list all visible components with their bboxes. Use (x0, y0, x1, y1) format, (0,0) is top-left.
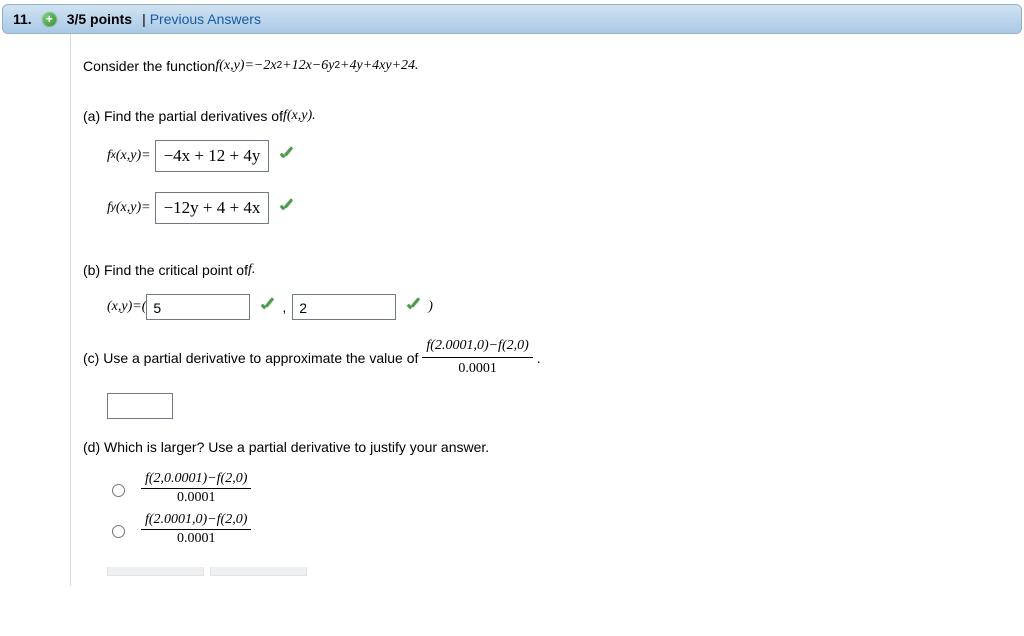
part-c-input-row (107, 393, 1012, 419)
frac-num: f(2.0001,0)−f(2,0) (422, 336, 532, 358)
part-d-option-2[interactable]: f(2.0001,0)−f(2,0) 0.0001 (107, 512, 1012, 547)
fn-rhs-1: −2x (254, 56, 277, 76)
part-b-f: f. (248, 260, 255, 280)
opt1-num: f(2,0.0001)−f(2,0) (141, 471, 251, 489)
comma: , (282, 297, 286, 317)
previous-answers-link[interactable]: Previous Answers (150, 11, 261, 27)
fx-answer-input[interactable]: −4x + 12 + 4y (155, 140, 270, 172)
check-icon (404, 298, 422, 316)
xy-row: (x,y)=( 5 , 2 ) (107, 294, 1012, 320)
fn-rhs-2: +12x−6y (282, 56, 334, 76)
fn-lhs: f(x,y)= (215, 56, 254, 76)
fy-row: fy(x,y)= −12y + 4 + 4x (107, 192, 1012, 224)
part-c-fraction: f(2.0001,0)−f(2,0) 0.0001 (422, 336, 532, 379)
check-icon (258, 298, 276, 316)
question-content: Consider the function f(x,y)= −2x 2 +12x−… (70, 34, 1024, 586)
fy-label-post: (x,y)= (116, 198, 151, 218)
xy-pre: (x,y)=( (107, 297, 146, 317)
part-b-label: (b) Find the critical point of f. (83, 260, 1012, 280)
question-header: 11. + 3/5 points | Previous Answers (2, 4, 1022, 34)
part-d-label: (d) Which is larger? Use a partial deriv… (83, 437, 1012, 457)
part-d-option-1[interactable]: f(2,0.0001)−f(2,0) 0.0001 (107, 471, 1012, 506)
check-icon (277, 199, 295, 217)
divider: | (142, 11, 146, 27)
button-placeholder (107, 567, 204, 576)
x-input[interactable]: 5 (146, 294, 250, 320)
points-text: 3/5 points (67, 11, 132, 27)
fn-rhs-3: +4y+4xy+24. (340, 56, 418, 76)
intro-pre: Consider the function (83, 56, 215, 76)
frac-den: 0.0001 (454, 358, 501, 379)
part-a-fx: f(x,y). (283, 106, 316, 126)
xy-close: ) (428, 297, 433, 317)
intro-text: Consider the function f(x,y)= −2x2 +12x−… (83, 56, 1012, 76)
button-placeholder (210, 567, 307, 576)
opt1-fraction: f(2,0.0001)−f(2,0) 0.0001 (141, 471, 251, 506)
fx-label-post: (x,y)= (116, 146, 151, 166)
expand-icon[interactable]: + (42, 12, 57, 27)
opt2-den: 0.0001 (173, 530, 220, 547)
button-placeholders (107, 567, 1012, 576)
part-c-label: (c) Use a partial derivative to approxim… (83, 336, 1012, 379)
question-number: 11. (13, 11, 32, 27)
opt1-den: 0.0001 (173, 489, 220, 506)
radio-option-1[interactable] (112, 484, 125, 497)
opt2-fraction: f(2.0001,0)−f(2,0) 0.0001 (141, 512, 251, 547)
opt2-num: f(2.0001,0)−f(2,0) (141, 512, 251, 530)
check-icon (277, 147, 295, 165)
fx-row: fx(x,y)= −4x + 12 + 4y (107, 140, 1012, 172)
period: . (537, 348, 541, 368)
fy-answer-input[interactable]: −12y + 4 + 4x (155, 192, 270, 224)
y-input[interactable]: 2 (292, 294, 396, 320)
radio-option-2[interactable] (112, 525, 125, 538)
part-c-input[interactable] (107, 393, 173, 419)
part-a-label: (a) Find the partial derivatives of f(x,… (83, 106, 1012, 126)
